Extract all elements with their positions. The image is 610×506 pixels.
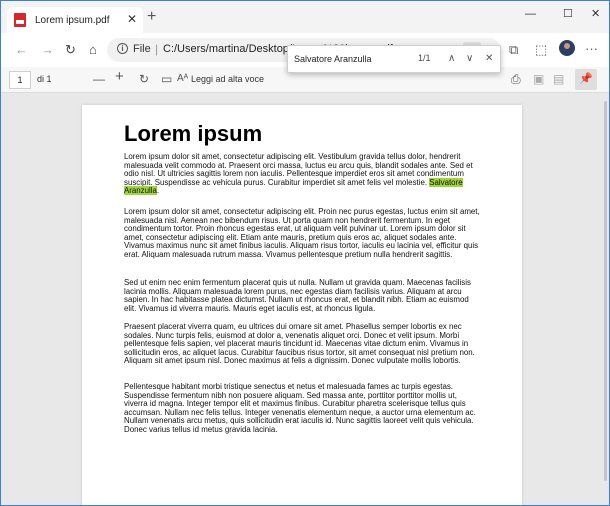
profile-avatar[interactable] [559, 40, 575, 56]
document-viewer[interactable]: Lorem ipsum Lorem ipsum dolor sit amet, … [1, 93, 609, 505]
paragraph-4: Praesent placerat viverra quam, eu ultri… [124, 322, 475, 366]
rotate-button[interactable]: ↻ [139, 72, 149, 86]
home-button[interactable]: ⌂ [89, 42, 97, 58]
minimize-button[interactable]: — [525, 7, 536, 21]
info-icon[interactable]: i [117, 43, 128, 54]
tab-bar: Lorem ipsum.pdf ✕ + — ☐ ✕ [1, 1, 609, 33]
browser-window: Lorem ipsum.pdf ✕ + — ☐ ✕ ← → ↻ ⌂ i File… [0, 0, 610, 506]
page-total-label: di 1 [37, 74, 52, 84]
read-aloud-button[interactable]: Leggi ad alta voce [191, 74, 264, 84]
new-tab-button[interactable]: + [147, 9, 156, 25]
find-next-button[interactable]: ∨ [466, 52, 473, 66]
find-bar: Salvatore Aranzulla 1/1 ∧ ∨ ✕ [287, 45, 501, 73]
pdf-file-icon [14, 13, 26, 27]
zoom-out-button[interactable]: — [93, 72, 105, 86]
pin-toolbar-button[interactable]: 📌 [575, 69, 597, 90]
url-scheme-label: File [133, 43, 151, 55]
extensions-icon[interactable]: ⬚ [535, 42, 547, 58]
paragraph-1: Lorem ipsum dolor sit amet, consectetur … [124, 152, 473, 196]
page-number-input[interactable]: 1 [9, 71, 31, 89]
paragraph-5: Pellentesque habitant morbi tristique se… [124, 382, 476, 434]
tab-title: Lorem ipsum.pdf [35, 14, 110, 26]
paragraph-3: Sed ut enim nec enim fermentum placerat … [124, 278, 471, 313]
pdf-page: Lorem ipsum Lorem ipsum dolor sit amet, … [82, 105, 522, 505]
refresh-button[interactable]: ↻ [65, 42, 76, 58]
paragraph-2: Lorem ipsum dolor sit amet, consectetur … [124, 207, 480, 259]
read-aloud-icon: Aᴬ [177, 73, 189, 84]
fit-page-button[interactable]: ▭ [161, 72, 172, 86]
tab-close-icon[interactable]: ✕ [127, 12, 137, 26]
find-match-count: 1/1 [418, 53, 431, 63]
maximize-button[interactable]: ☐ [563, 7, 573, 21]
forward-button[interactable]: → [41, 42, 54, 58]
document-title: Lorem ipsum [124, 121, 263, 146]
find-input[interactable]: Salvatore Aranzulla [294, 51, 414, 68]
print-icon[interactable]: ⎙ [511, 72, 521, 86]
scrollbar[interactable] [604, 101, 607, 481]
tab-lorem-ipsum[interactable]: Lorem ipsum.pdf ✕ [7, 7, 143, 33]
save-icon[interactable]: ▣ [533, 72, 544, 86]
find-close-button[interactable]: ✕ [485, 52, 493, 66]
save-as-icon[interactable]: ▤ [553, 72, 564, 86]
url-separator: | [155, 42, 159, 56]
close-window-button[interactable]: ✕ [591, 7, 600, 21]
zoom-in-button[interactable]: + [115, 69, 124, 84]
collections-icon[interactable]: ⧉ [509, 42, 518, 58]
more-options-button[interactable]: ··· [585, 41, 598, 57]
back-button[interactable]: ← [15, 42, 28, 58]
find-previous-button[interactable]: ∧ [448, 52, 455, 66]
